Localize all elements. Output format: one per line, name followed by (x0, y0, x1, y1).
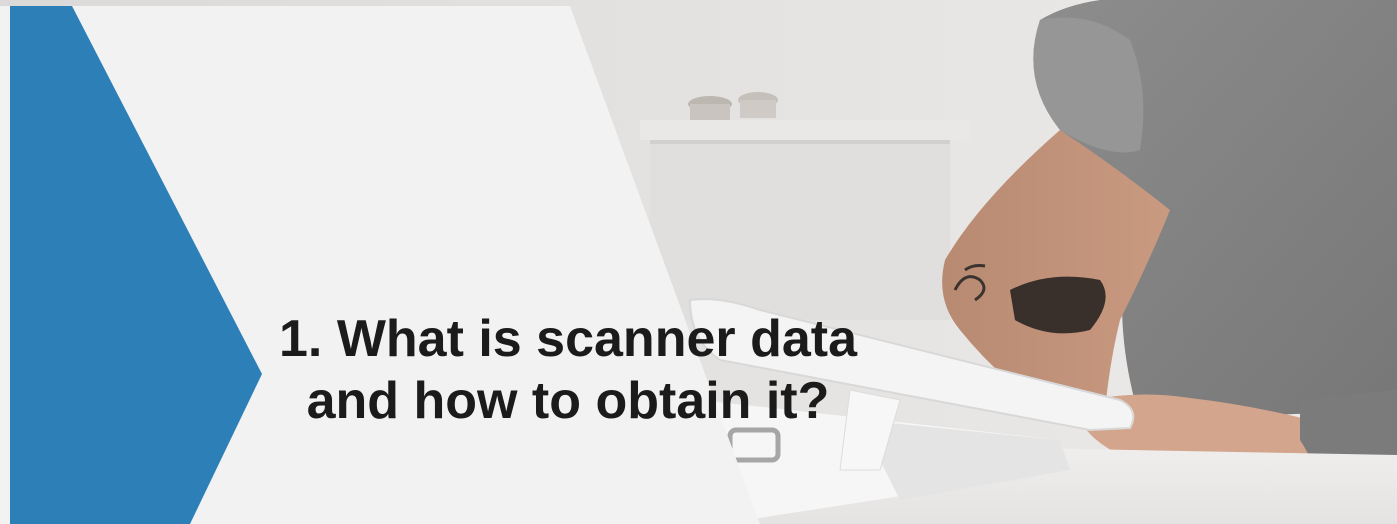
slide-title-line-2: and how to obtain it? (306, 372, 830, 430)
title-slide: 1. What is scanner data and how to obtai… (0, 0, 1397, 524)
title-panel-graphic (0, 6, 760, 524)
slide-title-line-1: 1. What is scanner data (279, 310, 857, 368)
slide-title: 1. What is scanner data and how to obtai… (228, 308, 908, 432)
